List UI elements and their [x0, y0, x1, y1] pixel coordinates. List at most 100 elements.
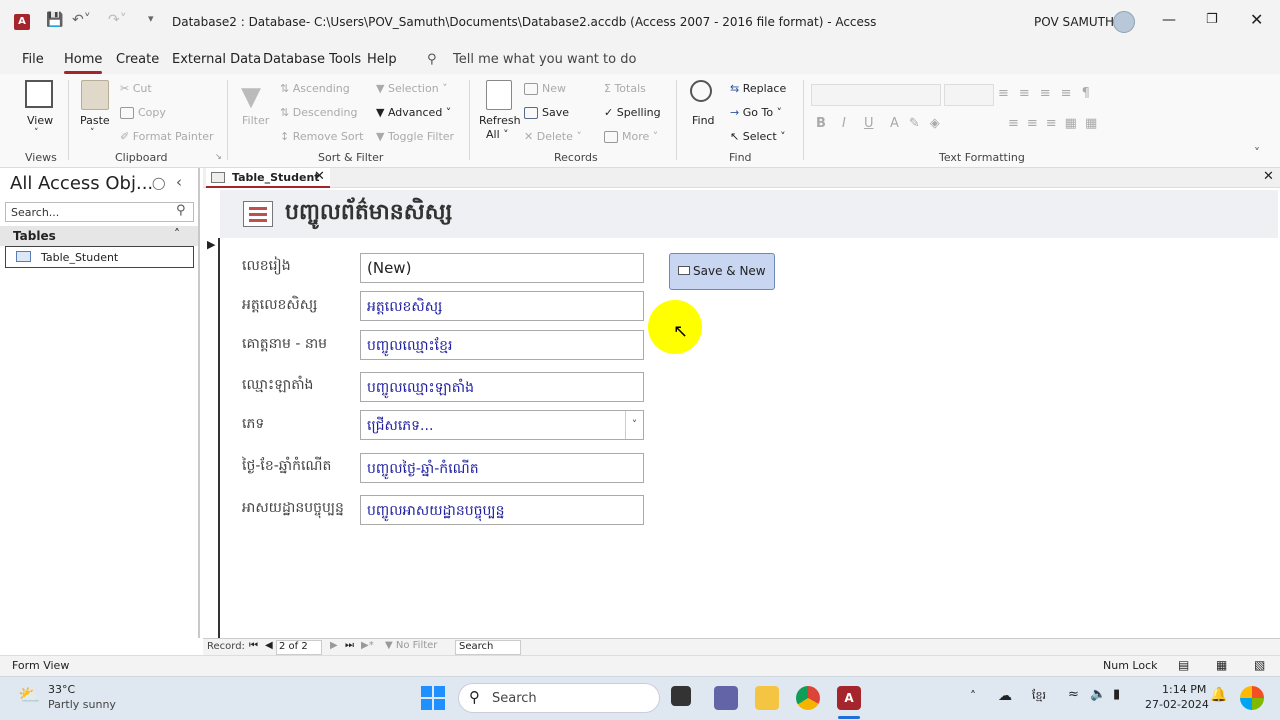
khmer-name-field[interactable]: បញ្ចូលឈ្មោះខ្មែរ — [360, 330, 644, 360]
gender-combobox[interactable]: ជ្រើសភេទ... ˅ — [360, 410, 644, 440]
view-button[interactable]: View — [27, 114, 53, 127]
select-button[interactable]: ↖ Select ˅ — [730, 130, 786, 143]
chrome-icon[interactable] — [796, 686, 820, 710]
chevron-down-icon[interactable]: ˅ — [625, 411, 643, 439]
spelling-button[interactable]: ✓ Spelling — [604, 106, 661, 119]
selection-button[interactable]: ▼ Selection ˅ — [376, 82, 448, 95]
filter-icon[interactable]: ▼ — [241, 82, 261, 112]
weather-temp[interactable]: 33°C — [48, 683, 75, 696]
replace-button[interactable]: ⇆ Replace — [730, 82, 786, 95]
previous-record-icon[interactable]: ◀ — [265, 640, 273, 651]
copy-button[interactable]: Copy — [120, 106, 166, 119]
tab-home[interactable]: Home — [64, 52, 103, 74]
filter-button[interactable]: Filter — [242, 114, 269, 127]
minimize-icon[interactable]: — — [1162, 12, 1176, 28]
clock-date[interactable]: 27-02-2024 — [1145, 698, 1209, 711]
undo-icon[interactable]: ↶˅ — [72, 12, 91, 28]
refresh-all-label[interactable]: All ˅ — [486, 128, 509, 141]
redo-icon[interactable]: ↷˅ — [108, 12, 127, 28]
tab-create[interactable]: Create — [116, 52, 159, 67]
latin-name-field[interactable]: បញ្ចូលឈ្មោះឡាតាំង — [360, 372, 644, 402]
color-icons[interactable]: A✎◈ — [890, 116, 950, 131]
toggle-filter-button[interactable]: ▼ Toggle Filter — [376, 130, 454, 143]
go-to-button[interactable]: → Go To ˅ — [730, 106, 782, 119]
delete-record-button[interactable]: ✕ Delete ˅ — [524, 130, 582, 143]
document-tab-table-student[interactable]: Table_Student ✕ — [206, 168, 330, 188]
dialog-launcher-icon[interactable]: ↘ — [215, 152, 222, 161]
volume-icon[interactable]: 🔈 — [1090, 687, 1106, 702]
record-selector[interactable]: ▶ — [203, 238, 220, 638]
notification-bell-icon[interactable]: 🔔 — [1210, 687, 1227, 703]
collapse-pane-icon[interactable]: ‹ — [176, 173, 182, 191]
weather-desc[interactable]: Partly sunny — [48, 698, 116, 711]
more-button[interactable]: More ˅ — [604, 130, 658, 143]
tab-file[interactable]: File — [22, 52, 44, 67]
list-icons[interactable]: ≡≡≡≡¶ — [998, 86, 1100, 101]
next-record-icon[interactable]: ▶ — [330, 640, 338, 651]
address-field[interactable]: បញ្ចូលអាសយដ្ឋានបច្ចុប្បន្ន — [360, 495, 644, 525]
new-record-button[interactable]: New — [524, 82, 566, 95]
chevron-up-icon[interactable]: ˄ — [174, 227, 180, 241]
italic-button[interactable]: I — [842, 116, 846, 131]
save-icon[interactable]: 💾 — [46, 12, 63, 28]
tell-me-box[interactable]: Tell me what you want to do — [453, 52, 636, 67]
new-record-nav-icon[interactable]: ▶* — [361, 640, 374, 651]
font-size-select[interactable] — [944, 84, 994, 106]
teams-icon[interactable] — [714, 686, 738, 710]
clock-time[interactable]: 1:14 PM — [1162, 683, 1206, 696]
nav-item-table-student[interactable]: Table_Student — [5, 246, 194, 268]
bold-button[interactable]: B — [816, 116, 826, 131]
save-record-button[interactable]: Save — [524, 106, 569, 119]
view-icon[interactable] — [25, 80, 53, 108]
totals-button[interactable]: Σ Totals — [604, 82, 646, 95]
tab-external-data[interactable]: External Data — [172, 52, 261, 67]
windows-start-icon[interactable] — [421, 686, 445, 710]
cloud-icon[interactable]: ☁ — [998, 688, 1012, 704]
layout-view-icon[interactable]: ▦ — [1216, 658, 1227, 672]
user-name[interactable]: POV SAMUTH — [1034, 15, 1114, 29]
student-id-field[interactable]: អត្តលេខសិស្ស — [360, 291, 644, 321]
find-icon[interactable] — [690, 80, 712, 102]
nav-menu-icon[interactable]: ◯ — [152, 176, 165, 190]
refresh-icon[interactable] — [486, 80, 512, 110]
task-view-icon[interactable] — [671, 686, 691, 706]
advanced-button[interactable]: ▼ Advanced ˅ — [376, 106, 451, 119]
chevron-down-icon[interactable]: ˅ — [90, 128, 95, 138]
font-name-select[interactable] — [811, 84, 941, 106]
copilot-icon[interactable] — [1240, 686, 1264, 710]
nav-search-input[interactable]: Search... ⚲ — [5, 202, 194, 222]
paste-button[interactable]: Paste — [80, 114, 110, 127]
cut-button[interactable]: ✂ Cut — [120, 82, 152, 95]
underline-button[interactable]: U — [864, 116, 874, 131]
customize-qat-icon[interactable]: ▾ — [148, 12, 154, 25]
ascending-button[interactable]: ⇅ Ascending — [280, 82, 350, 95]
language-indicator[interactable]: ខ្មែរ — [1032, 689, 1046, 705]
record-search-input[interactable]: Search — [455, 640, 521, 655]
find-button[interactable]: Find — [692, 114, 715, 127]
chevron-down-icon[interactable]: ˅ — [34, 128, 39, 138]
paste-icon[interactable] — [81, 80, 109, 110]
record-position[interactable]: 2 of 2 — [276, 640, 322, 655]
save-new-button[interactable]: Save & New — [669, 253, 775, 290]
file-explorer-icon[interactable] — [755, 686, 779, 710]
remove-sort-button[interactable]: ↕ Remove Sort — [280, 130, 363, 143]
nav-title[interactable]: All Access Obj... — [10, 173, 153, 194]
tab-database-tools[interactable]: Database Tools — [263, 52, 361, 67]
close-icon[interactable]: ✕ — [1250, 10, 1263, 29]
taskbar-search[interactable]: ⚲ Search — [458, 683, 660, 713]
tab-help[interactable]: Help — [367, 52, 397, 67]
restore-icon[interactable]: ❐ — [1206, 12, 1218, 27]
descending-button[interactable]: ⇅ Descending — [280, 106, 357, 119]
form-view-icon[interactable]: ▤ — [1178, 658, 1189, 672]
format-painter-button[interactable]: ✐ Format Painter — [120, 130, 214, 143]
record-no-field[interactable]: (New) — [360, 253, 644, 283]
close-tab-icon[interactable]: ✕ — [314, 169, 325, 184]
refresh-all-button[interactable]: Refresh — [479, 114, 521, 127]
design-view-icon[interactable]: ▧ — [1254, 658, 1265, 672]
weather-icon[interactable]: ⛅ — [18, 685, 40, 706]
chevron-up-icon[interactable]: ˄ — [970, 689, 976, 703]
birthdate-field[interactable]: បញ្ចូលថ្ងៃ-ឆ្នាំ-កំណើត — [360, 453, 644, 483]
first-record-icon[interactable]: ⏮ — [249, 640, 258, 651]
nav-section-header[interactable]: Tables ˄ — [0, 226, 198, 246]
avatar[interactable] — [1113, 11, 1135, 33]
